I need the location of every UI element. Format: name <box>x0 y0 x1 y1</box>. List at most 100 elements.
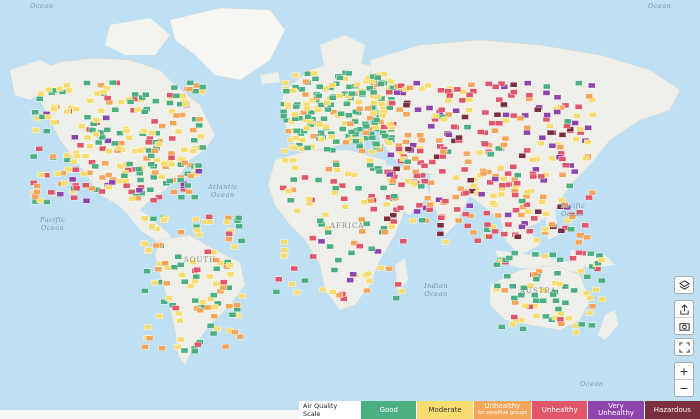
aqi-station-marker[interactable] <box>466 202 474 209</box>
aqi-station-marker[interactable] <box>416 132 424 139</box>
aqi-station-marker[interactable] <box>541 226 550 233</box>
aqi-station-marker[interactable] <box>379 185 388 191</box>
aqi-station-marker[interactable] <box>105 184 113 190</box>
aqi-station-marker[interactable] <box>543 83 551 90</box>
aqi-station-marker[interactable] <box>199 299 207 305</box>
aqi-station-marker[interactable] <box>426 201 434 208</box>
aqi-station-marker[interactable] <box>404 146 413 152</box>
aqi-station-marker[interactable] <box>504 212 512 218</box>
aqi-station-marker[interactable] <box>31 109 39 116</box>
aqi-station-marker[interactable] <box>160 160 169 167</box>
aqi-station-marker[interactable] <box>181 101 190 108</box>
aqi-station-marker[interactable] <box>68 176 77 183</box>
aqi-station-marker[interactable] <box>389 178 397 185</box>
aqi-station-marker[interactable] <box>487 151 495 158</box>
aqi-station-marker[interactable] <box>356 243 364 249</box>
aqi-station-marker[interactable] <box>589 112 597 118</box>
aqi-station-marker[interactable] <box>494 212 502 219</box>
aqi-station-marker[interactable] <box>337 111 345 117</box>
aqi-station-marker[interactable] <box>477 191 486 198</box>
aqi-station-marker[interactable] <box>424 82 432 89</box>
aqi-station-marker[interactable] <box>474 238 482 244</box>
aqi-station-marker[interactable] <box>538 134 547 141</box>
aqi-station-marker[interactable] <box>455 217 463 224</box>
aqi-station-marker[interactable] <box>322 123 330 130</box>
aqi-station-marker[interactable] <box>141 109 149 115</box>
aqi-station-marker[interactable] <box>316 217 324 224</box>
aqi-station-marker[interactable] <box>61 180 69 186</box>
aqi-station-marker[interactable] <box>165 295 173 302</box>
aqi-station-marker[interactable] <box>369 110 377 117</box>
aqi-station-marker[interactable] <box>225 236 233 242</box>
aqi-station-marker[interactable] <box>194 341 202 348</box>
aqi-station-marker[interactable] <box>152 242 161 249</box>
aqi-station-marker[interactable] <box>298 86 306 93</box>
aqi-station-marker[interactable] <box>392 295 400 301</box>
aqi-station-marker[interactable] <box>427 123 435 129</box>
aqi-station-marker[interactable] <box>101 160 110 167</box>
aqi-station-marker[interactable] <box>193 267 201 273</box>
aqi-station-marker[interactable] <box>390 193 398 199</box>
aqi-station-marker[interactable] <box>330 267 339 273</box>
aqi-station-marker[interactable] <box>510 314 518 320</box>
aqi-station-marker[interactable] <box>141 215 149 221</box>
aqi-station-marker[interactable] <box>437 87 445 93</box>
aqi-station-marker[interactable] <box>586 295 594 301</box>
aqi-station-marker[interactable] <box>143 324 152 330</box>
aqi-station-marker[interactable] <box>369 89 378 96</box>
aqi-station-marker[interactable] <box>372 124 380 130</box>
aqi-station-marker[interactable] <box>493 262 501 268</box>
aqi-station-marker[interactable] <box>584 139 592 146</box>
aqi-station-marker[interactable] <box>120 172 129 179</box>
aqi-station-marker[interactable] <box>374 74 382 81</box>
aqi-station-marker[interactable] <box>152 98 160 104</box>
aqi-station-marker[interactable] <box>158 123 166 129</box>
aqi-station-marker[interactable] <box>368 245 376 252</box>
aqi-station-marker[interactable] <box>488 120 496 126</box>
aqi-station-marker[interactable] <box>131 91 139 98</box>
aqi-station-marker[interactable] <box>145 335 154 341</box>
aqi-station-marker[interactable] <box>94 139 103 146</box>
aqi-station-marker[interactable] <box>523 125 531 131</box>
aqi-station-marker[interactable] <box>567 226 575 233</box>
aqi-station-marker[interactable] <box>532 298 540 304</box>
aqi-station-marker[interactable] <box>50 106 58 112</box>
aqi-station-marker[interactable] <box>82 182 90 188</box>
aqi-station-marker[interactable] <box>185 188 193 195</box>
aqi-station-marker[interactable] <box>532 313 541 319</box>
aqi-station-marker[interactable] <box>47 189 55 196</box>
aqi-station-marker[interactable] <box>518 223 526 230</box>
aqi-station-marker[interactable] <box>565 315 573 322</box>
aqi-station-marker[interactable] <box>500 101 508 108</box>
aqi-station-marker[interactable] <box>289 87 297 94</box>
aqi-station-marker[interactable] <box>199 144 207 151</box>
aqi-station-marker[interactable] <box>219 285 228 291</box>
aqi-station-marker[interactable] <box>514 233 522 240</box>
aqi-station-marker[interactable] <box>148 223 156 229</box>
aqi-station-marker[interactable] <box>111 106 120 113</box>
aqi-station-marker[interactable] <box>446 92 454 99</box>
layers-button[interactable] <box>675 277 693 293</box>
aqi-station-marker[interactable] <box>375 168 384 175</box>
aqi-station-marker[interactable] <box>344 170 353 177</box>
aqi-station-marker[interactable] <box>71 167 80 173</box>
aqi-station-marker[interactable] <box>470 182 478 189</box>
aqi-station-marker[interactable] <box>225 303 233 309</box>
aqi-station-marker[interactable] <box>80 170 88 177</box>
aqi-station-marker[interactable] <box>117 140 126 146</box>
aqi-station-marker[interactable] <box>366 157 374 164</box>
aqi-station-marker[interactable] <box>230 243 239 250</box>
aqi-station-marker[interactable] <box>191 216 200 223</box>
aqi-station-marker[interactable] <box>72 185 81 192</box>
aqi-station-marker[interactable] <box>340 195 348 202</box>
aqi-station-marker[interactable] <box>356 143 364 150</box>
aqi-station-marker[interactable] <box>289 157 297 164</box>
aqi-station-marker[interactable] <box>548 221 556 228</box>
aqi-station-marker[interactable] <box>210 313 218 319</box>
aqi-station-marker[interactable] <box>33 189 41 195</box>
aqi-station-marker[interactable] <box>510 89 518 96</box>
aqi-station-marker[interactable] <box>393 90 401 96</box>
aqi-station-marker[interactable] <box>571 168 579 175</box>
aqi-station-marker[interactable] <box>498 182 506 189</box>
aqi-station-marker[interactable] <box>91 163 99 170</box>
